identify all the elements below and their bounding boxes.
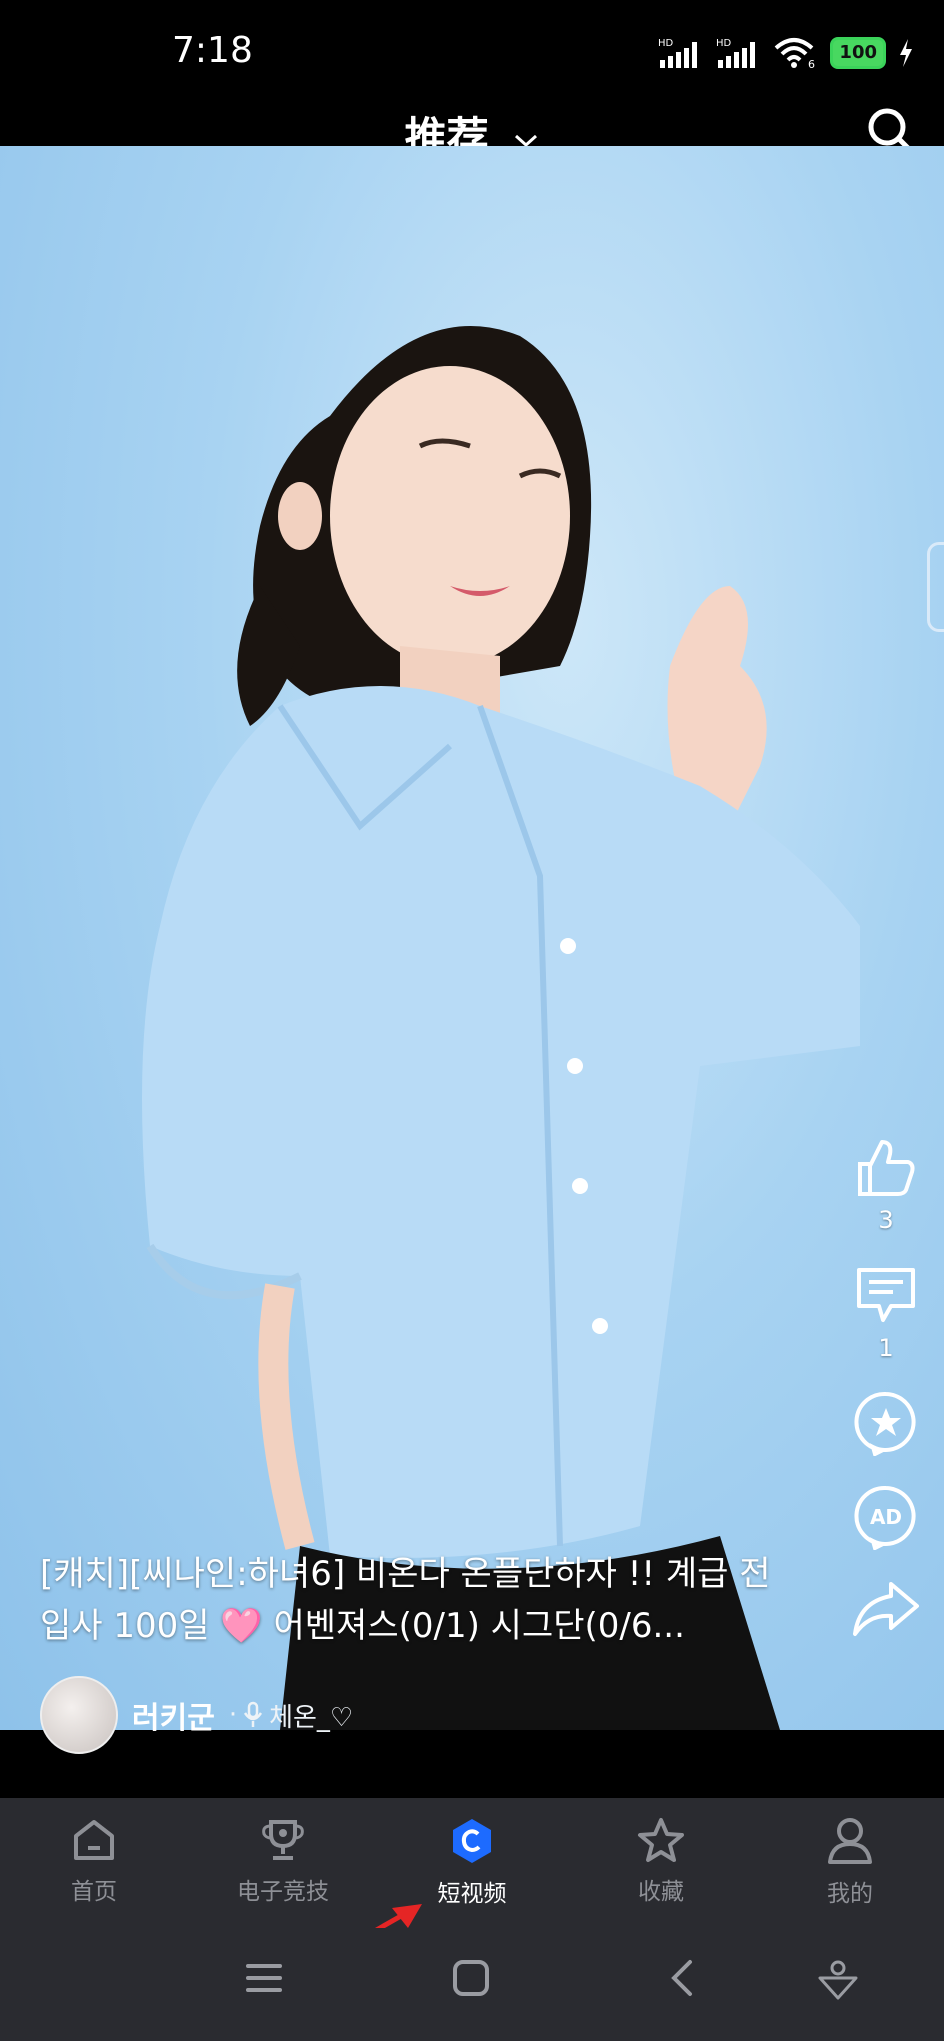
action-rail: 3 1 AD [850,1136,922,1666]
bottom-nav: 首页 电子竞技 短视频 收藏 我的 [0,1798,944,1928]
thumbs-up-icon [858,1140,915,1196]
nav-favorites-label: 收藏 [638,1879,684,1905]
nav-profile-label: 我的 [827,1881,873,1907]
short-video-icon [453,1819,491,1863]
status-icons: HD HD 6 100 [658,36,914,70]
nav-esports[interactable]: 电子竞技 [203,1816,363,1906]
home-square-icon[interactable] [451,1958,491,1998]
profile-icon [828,1818,872,1864]
nav-profile[interactable]: 我的 [770,1816,930,1908]
back-icon[interactable] [662,1958,702,1998]
star-icon [638,1818,684,1862]
avatar[interactable] [40,1676,118,1754]
wifi-icon: 6 [775,38,815,70]
comment-action[interactable]: 1 [853,1262,919,1362]
nav-favorites[interactable]: 收藏 [581,1816,741,1906]
svg-text:6: 6 [808,58,815,70]
battery-indicator: 100 [830,37,886,69]
system-nav-bar [0,1928,944,2041]
comment-icon [857,1268,915,1322]
signal-icon-2: HD [716,38,756,68]
side-drawer-handle[interactable] [927,542,944,632]
favorite-action[interactable] [853,1390,919,1456]
comment-count: 1 [878,1334,894,1362]
star-bubble-icon [854,1391,916,1456]
signal-icon: HD [658,38,698,68]
charging-icon [900,39,912,67]
status-time: 7:18 [172,30,253,71]
video-frame-person [142,326,860,1730]
share-action[interactable] [851,1578,921,1638]
author-row[interactable]: 러키군 · 체온_♡ [40,1676,353,1754]
svg-text:AD: AD [870,1505,902,1529]
svg-text:HD: HD [658,38,674,49]
nav-home-label: 首页 [71,1879,117,1905]
nav-short-video[interactable]: 短视频 [392,1816,552,1908]
trophy-icon [262,1820,304,1860]
microphone-icon [244,1701,263,1727]
author-name[interactable]: 러키군 [132,1693,215,1737]
svg-text:HD: HD [716,38,732,49]
share-icon [853,1582,919,1636]
status-bar: 7:18 HD HD 6 100 [0,0,944,110]
author-separator: · [228,1700,238,1730]
menu-icon[interactable] [244,1958,284,1998]
sub-author-name: 체온_♡ [269,1702,354,1733]
nav-home[interactable]: 首页 [14,1816,174,1906]
video-player[interactable]: 3 1 AD [0,146,944,1730]
like-action[interactable]: 3 [854,1136,918,1234]
ad-action[interactable]: AD [853,1484,919,1550]
video-caption: [캐치][씨나인:하녀6] 비온다 온플단하자 !! 계급 전 입사 100일 … [40,1554,771,1646]
sub-author: · 체온_♡ [229,1697,353,1734]
like-count: 3 [878,1206,894,1234]
ad-icon: AD [854,1485,916,1550]
assistant-icon[interactable] [816,1958,860,2002]
home-icon [74,1820,114,1860]
